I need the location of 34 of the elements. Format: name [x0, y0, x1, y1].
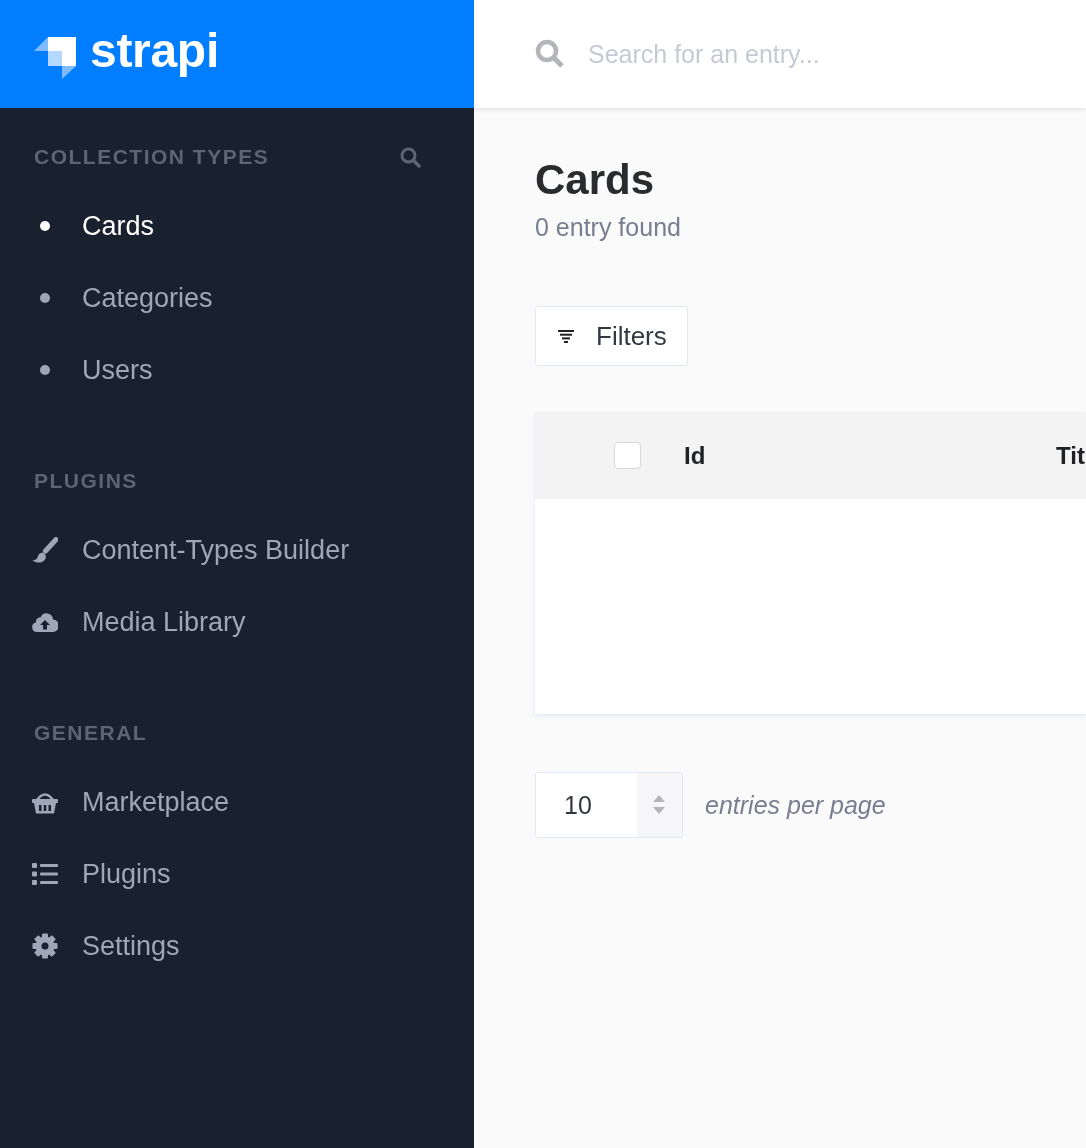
- cloud-upload-icon: [32, 612, 58, 632]
- sidebar-item[interactable]: Users: [32, 353, 153, 387]
- search-icon: [535, 39, 565, 69]
- page-title: Cards: [535, 156, 656, 204]
- checkbox[interactable]: [614, 442, 641, 469]
- filter-icon: [558, 329, 574, 343]
- entry-count: 0 entry found: [535, 212, 682, 242]
- list-icon: [32, 863, 58, 885]
- section-title: PLUGINS: [34, 468, 138, 494]
- bullet-icon: [40, 221, 50, 231]
- section-title: COLLECTION TYPES: [34, 144, 270, 170]
- sidebar-item[interactable]: Categories: [32, 281, 213, 315]
- sidebar-item[interactable]: Marketplace: [32, 785, 230, 819]
- filters-button[interactable]: Filters: [535, 306, 688, 366]
- page-size-label: entries per page: [705, 790, 886, 820]
- gear-icon: [32, 933, 58, 959]
- column-header[interactable]: Tit: [1056, 441, 1085, 470]
- bullet-icon: [40, 293, 50, 303]
- bullet-icon: [40, 365, 50, 375]
- sidebar-item[interactable]: Media Library: [32, 605, 246, 639]
- search-icon[interactable]: [400, 146, 421, 168]
- sidebar-item[interactable]: Settings: [32, 929, 180, 963]
- sidebar-item[interactable]: Content-Types Builder: [32, 533, 350, 567]
- column-header[interactable]: Id: [684, 441, 1056, 470]
- spinner-arrows-icon: [637, 773, 682, 837]
- brush-icon: [32, 537, 58, 563]
- section-title: GENERAL: [34, 720, 148, 746]
- search-field[interactable]: Search for an entry...: [588, 36, 1028, 72]
- sidebar-item[interactable]: Cards: [32, 209, 155, 243]
- logo-icon: [34, 37, 76, 79]
- page-size-select[interactable]: 10: [535, 772, 683, 838]
- basket-icon: [32, 790, 58, 814]
- sidebar-item[interactable]: Plugins: [32, 857, 171, 891]
- brand-name: strapi: [90, 27, 219, 75]
